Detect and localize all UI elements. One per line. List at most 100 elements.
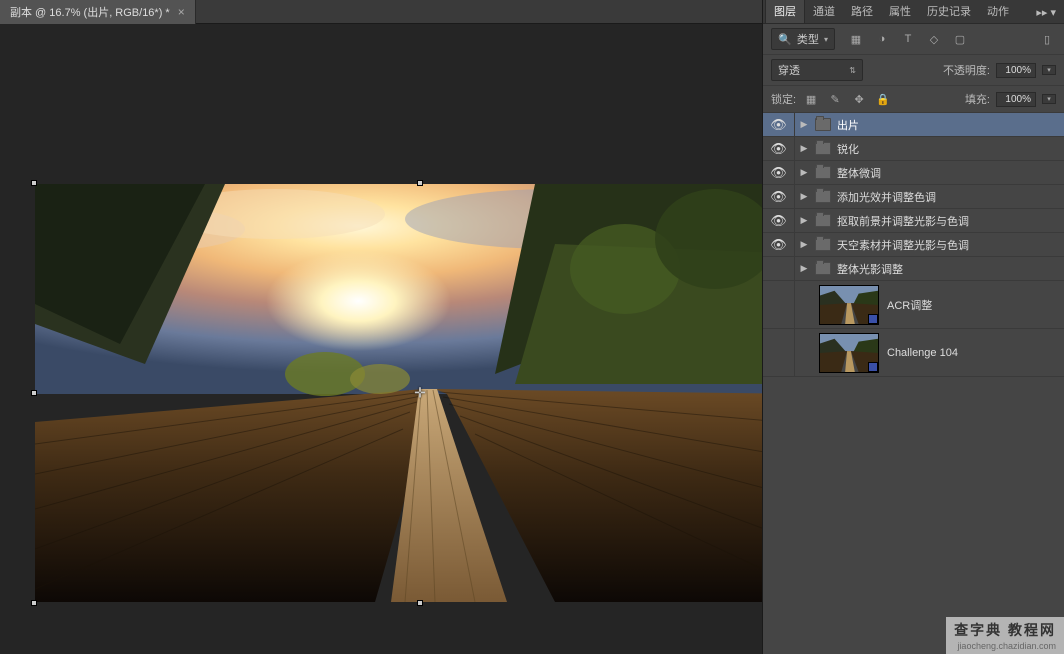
layer-name[interactable]: Challenge 104 <box>887 347 958 359</box>
folder-icon <box>815 238 831 251</box>
eye-icon: 👁 <box>770 213 787 229</box>
artwork-bounds[interactable]: ✛ <box>35 184 762 602</box>
layer-body: Challenge 104 <box>795 329 1064 376</box>
transform-handle-top-left[interactable] <box>31 180 37 186</box>
layer-thumbnail[interactable] <box>819 333 879 373</box>
disclosure-triangle-icon[interactable]: ▶ <box>799 143 809 154</box>
filter-label: 类型 <box>797 31 819 47</box>
layer-body: ▶ 抠取前景并调整光影与色调 <box>795 209 1064 232</box>
filter-type-icon[interactable]: T <box>899 30 917 48</box>
visibility-toggle[interactable] <box>763 257 795 280</box>
layer-row[interactable]: 👁 ▶ 添加光效并调整色调 <box>763 185 1064 209</box>
panel-menu-icon[interactable]: ▸▸ ▾ <box>1028 2 1064 23</box>
layer-name[interactable]: 锐化 <box>837 141 859 157</box>
filter-toggle-switch[interactable]: ▯ <box>1038 30 1056 48</box>
document-title: 副本 @ 16.7% (出片, RGB/16*) * <box>10 4 170 20</box>
blend-opacity-row: 穿透 ⇅ 不透明度: 100% ▾ <box>763 55 1064 86</box>
visibility-toggle[interactable]: 👁 <box>763 209 795 232</box>
layers-panel: 图层 通道 路径 属性 历史记录 动作 ▸▸ ▾ 🔍 类型 ▾ ▦ ◑ T ◇ … <box>762 0 1064 654</box>
disclosure-triangle-icon[interactable]: ▶ <box>799 215 809 226</box>
lock-position-icon[interactable]: ✥ <box>850 90 868 108</box>
tab-properties[interactable]: 属性 <box>881 0 919 23</box>
filter-adjustment-icon[interactable]: ◑ <box>873 30 891 48</box>
layer-name[interactable]: 整体微调 <box>837 165 881 181</box>
layer-row[interactable]: 👁 ▶ 出片 <box>763 113 1064 137</box>
watermark-url: jiaocheng.chazidian.com <box>957 641 1056 651</box>
eye-icon: 👁 <box>770 237 787 253</box>
tab-channels[interactable]: 通道 <box>805 0 843 23</box>
transform-handle-mid-left[interactable] <box>31 390 37 396</box>
fill-input[interactable]: 100% <box>996 92 1036 107</box>
layer-body: ACR调整 <box>795 281 1064 328</box>
layer-row[interactable]: 👁 ▶ 天空素材并调整光影与色调 <box>763 233 1064 257</box>
layer-row[interactable]: Challenge 104 <box>763 329 1064 377</box>
close-icon[interactable]: × <box>178 5 185 19</box>
canvas-area: ✛ <box>0 24 762 654</box>
opacity-input[interactable]: 100% <box>996 63 1036 78</box>
lock-label: 锁定: <box>771 91 796 107</box>
visibility-toggle[interactable]: 👁 <box>763 233 795 256</box>
layer-row[interactable]: 👁 ▶ 锐化 <box>763 137 1064 161</box>
disclosure-triangle-icon[interactable]: ▶ <box>799 239 809 250</box>
layer-name[interactable]: 天空素材并调整光影与色调 <box>837 237 969 253</box>
layer-name[interactable]: 抠取前景并调整光影与色调 <box>837 213 969 229</box>
fill-label: 填充: <box>965 91 990 107</box>
layer-body: ▶ 天空素材并调整光影与色调 <box>795 233 1064 256</box>
blend-mode-value: 穿透 <box>778 62 800 78</box>
smart-object-badge-icon <box>868 362 878 372</box>
tab-paths[interactable]: 路径 <box>843 0 881 23</box>
filter-pixel-icon[interactable]: ▦ <box>847 30 865 48</box>
disclosure-triangle-icon[interactable]: ▶ <box>799 167 809 178</box>
filter-shape-icon[interactable]: ◇ <box>925 30 943 48</box>
disclosure-triangle-icon[interactable]: ▶ <box>799 263 809 274</box>
visibility-toggle[interactable] <box>763 329 795 376</box>
layer-row[interactable]: ▶ 整体光影调整 <box>763 257 1064 281</box>
layer-thumbnail[interactable] <box>819 285 879 325</box>
layer-name[interactable]: ACR调整 <box>887 297 932 313</box>
smart-object-badge-icon <box>868 314 878 324</box>
folder-icon <box>815 118 831 131</box>
layer-body: ▶ 出片 <box>795 113 1064 136</box>
tab-layers[interactable]: 图层 <box>765 0 805 23</box>
opacity-dropdown-arrow[interactable]: ▾ <box>1042 65 1056 75</box>
transform-handle-bottom-mid[interactable] <box>417 600 423 606</box>
disclosure-triangle-icon[interactable]: ▶ <box>799 191 809 202</box>
visibility-toggle[interactable]: 👁 <box>763 113 795 136</box>
search-icon: 🔍 <box>778 33 792 46</box>
folder-icon <box>815 166 831 179</box>
layer-name[interactable]: 添加光效并调整色调 <box>837 189 936 205</box>
lock-transparent-icon[interactable]: ▦ <box>802 90 820 108</box>
layer-row[interactable]: 👁 ▶ 整体微调 <box>763 161 1064 185</box>
eye-icon: 👁 <box>770 141 787 157</box>
watermark-text: 查字典 教程网 <box>954 620 1056 640</box>
layer-body: ▶ 添加光效并调整色调 <box>795 185 1064 208</box>
folder-icon <box>815 262 831 275</box>
disclosure-triangle-icon[interactable]: ▶ <box>799 119 809 130</box>
lock-all-icon[interactable]: 🔒 <box>874 90 892 108</box>
layer-row[interactable]: 👁 ▶ 抠取前景并调整光影与色调 <box>763 209 1064 233</box>
layer-name[interactable]: 整体光影调整 <box>837 261 903 277</box>
layer-filter-row: 🔍 类型 ▾ ▦ ◑ T ◇ ▢ ▯ <box>763 24 1064 55</box>
tab-history[interactable]: 历史记录 <box>919 0 979 23</box>
artwork-image <box>35 184 762 602</box>
folder-icon <box>815 190 831 203</box>
transform-handle-bottom-left[interactable] <box>31 600 37 606</box>
transform-handle-top-mid[interactable] <box>417 180 423 186</box>
filter-type-dropdown[interactable]: 🔍 类型 ▾ <box>771 28 835 50</box>
lock-paint-icon[interactable]: ✎ <box>826 90 844 108</box>
visibility-toggle[interactable]: 👁 <box>763 161 795 184</box>
chevron-updown-icon: ⇅ <box>849 66 856 75</box>
lock-fill-row: 锁定: ▦ ✎ ✥ 🔒 填充: 100% ▾ <box>763 86 1064 113</box>
fill-dropdown-arrow[interactable]: ▾ <box>1042 94 1056 104</box>
layer-name[interactable]: 出片 <box>837 117 859 133</box>
tab-actions[interactable]: 动作 <box>979 0 1017 23</box>
visibility-toggle[interactable]: 👁 <box>763 185 795 208</box>
visibility-toggle[interactable]: 👁 <box>763 137 795 160</box>
document-tab[interactable]: 副本 @ 16.7% (出片, RGB/16*) * × <box>0 0 196 24</box>
layer-row[interactable]: ACR调整 <box>763 281 1064 329</box>
panel-tabs: 图层 通道 路径 属性 历史记录 动作 ▸▸ ▾ <box>763 0 1064 24</box>
filter-smart-icon[interactable]: ▢ <box>951 30 969 48</box>
visibility-toggle[interactable] <box>763 281 795 328</box>
watermark: 查字典 教程网 jiaocheng.chazidian.com <box>946 617 1064 654</box>
blend-mode-dropdown[interactable]: 穿透 ⇅ <box>771 59 863 81</box>
